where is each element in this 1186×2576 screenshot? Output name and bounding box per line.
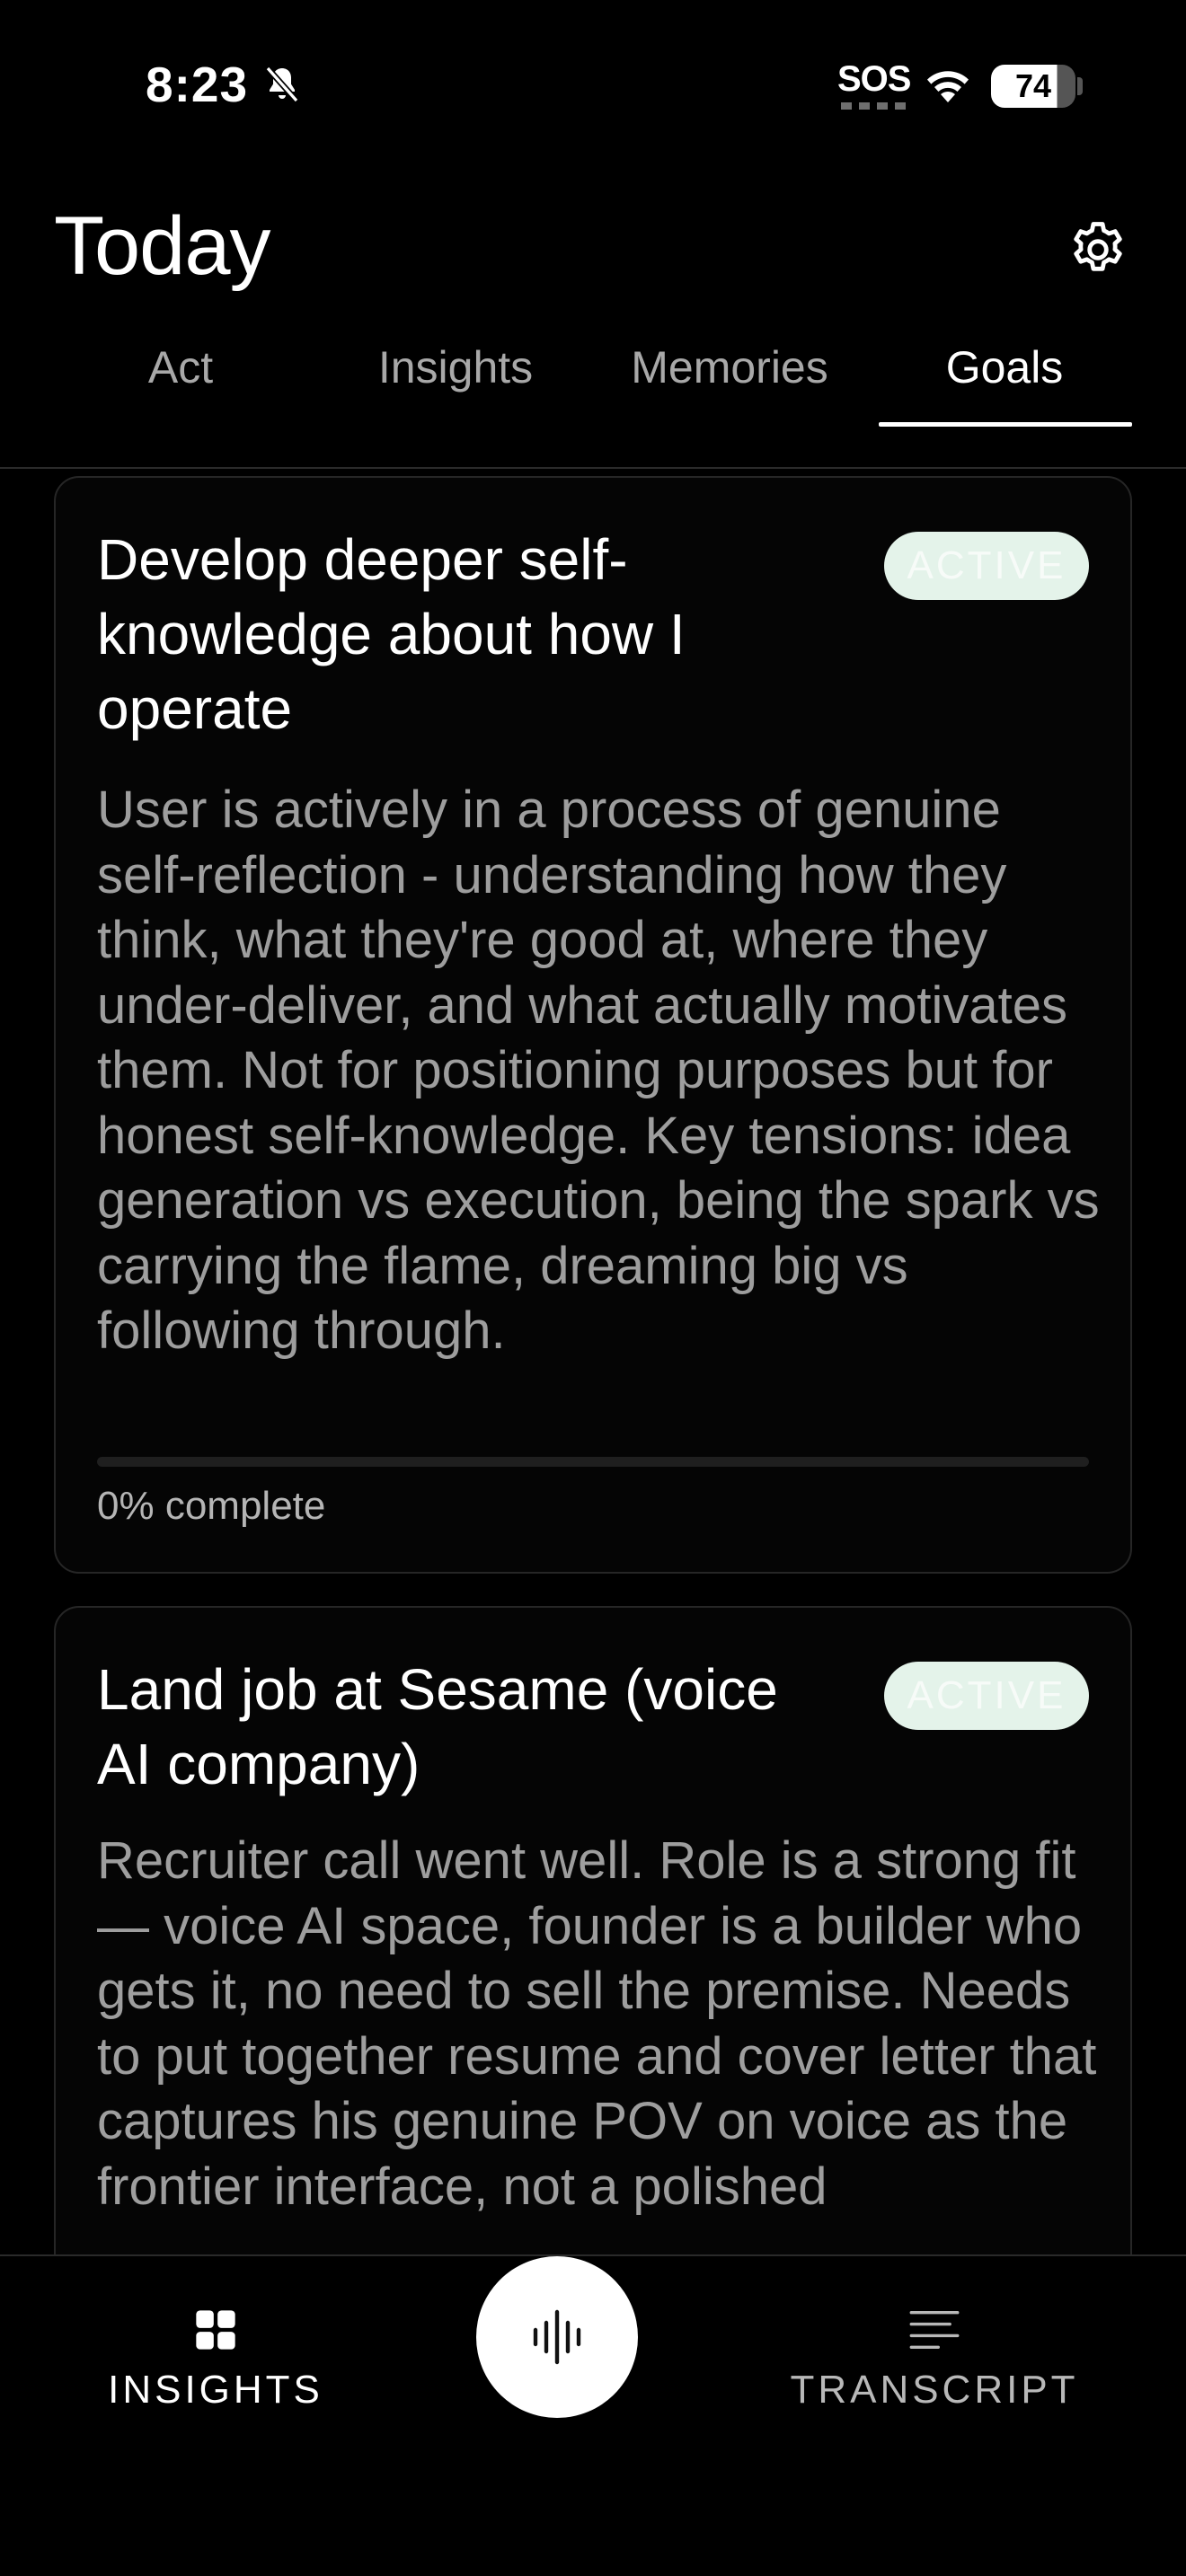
- today-screen: 8:23 SOS 74 Today Act Insights Memories …: [0, 0, 1186, 2576]
- goal-description: User is actively in a process of genuine…: [97, 781, 1100, 1360]
- progress-bar: [97, 1457, 1089, 1467]
- wifi-icon: [927, 71, 969, 102]
- nav-insights-label: INSIGHTS: [108, 2368, 323, 2412]
- goal-description: Recruiter call went well. Role is a stro…: [97, 1831, 1097, 2216]
- progress-label: 0% complete: [97, 1484, 326, 1528]
- goal-title: Land job at Sesame (voice AI company): [97, 1657, 778, 1796]
- page-title: Today: [54, 200, 270, 292]
- tab-memories[interactable]: Memories: [599, 341, 860, 393]
- status-bar: 8:23 SOS 74: [0, 0, 1186, 171]
- status-badge: ACTIVE: [884, 532, 1089, 600]
- status-badge: ACTIVE: [884, 1662, 1089, 1730]
- bell-muted-icon: [265, 66, 299, 103]
- tab-act[interactable]: Act: [50, 341, 311, 393]
- record-button[interactable]: [476, 2256, 638, 2418]
- text-lines-icon: [909, 2311, 960, 2349]
- gear-icon[interactable]: [1066, 217, 1130, 282]
- nav-transcript-label: TRANSCRIPT: [790, 2368, 1079, 2412]
- sos-indicator: SOS: [837, 59, 911, 99]
- grid-icon: [196, 2310, 235, 2350]
- tab-insights[interactable]: Insights: [325, 341, 586, 393]
- tab-goals[interactable]: Goals: [874, 341, 1135, 393]
- waveform-icon: [533, 2309, 581, 2365]
- tabs-divider: [0, 467, 1186, 469]
- signal-dots: [841, 102, 906, 110]
- goal-title: Develop deeper self-knowledge about how …: [97, 527, 686, 741]
- battery-tip: [1077, 77, 1083, 95]
- status-time: 8:23: [146, 57, 249, 112]
- active-tab-indicator: [879, 422, 1132, 427]
- goal-card[interactable]: Develop deeper self-knowledge about how …: [54, 476, 1132, 1574]
- battery-icon: 74: [991, 65, 1075, 108]
- tab-bar: Act Insights Memories Goals: [0, 332, 1186, 469]
